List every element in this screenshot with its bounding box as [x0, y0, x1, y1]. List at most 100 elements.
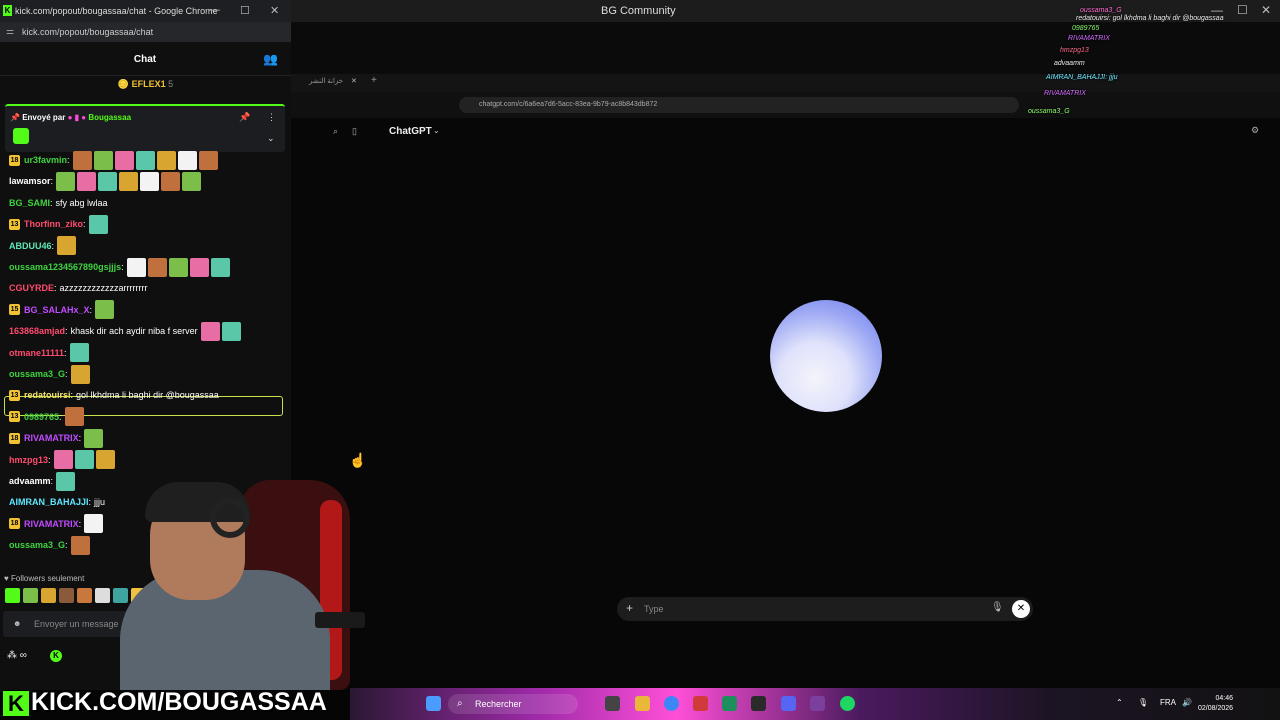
- chat-message[interactable]: oussama1234567890gsjjjs:: [9, 257, 232, 277]
- app-title[interactable]: ChatGPT: [389, 126, 432, 137]
- chat-username[interactable]: BG_SAMI: [9, 198, 50, 208]
- chat-username[interactable]: advaamm: [9, 476, 51, 486]
- chat-username[interactable]: BG_SALAHx_X: [24, 305, 90, 315]
- settings-icon[interactable]: ⚙: [1251, 125, 1259, 136]
- separator: :: [67, 155, 70, 165]
- chat-message[interactable]: advaamm:: [9, 471, 77, 491]
- chat-message[interactable]: 18 ur3favmin:: [9, 150, 220, 170]
- emoji-picker-icon[interactable]: ☻: [13, 619, 21, 628]
- emote-button[interactable]: [77, 588, 92, 603]
- user-list-icon[interactable]: 👥: [263, 52, 278, 66]
- chat-message[interactable]: ABDUU46:: [9, 236, 78, 256]
- emote-button[interactable]: [5, 588, 20, 603]
- chevron-down-icon[interactable]: ⌄: [433, 126, 440, 135]
- chat-username[interactable]: oussama3_G: [9, 540, 65, 550]
- chrome-icon[interactable]: [664, 696, 679, 711]
- bg-url-field[interactable]: chatgpt.com/c/6a6ea7d6-5acc-83ea-9b79-ac…: [459, 97, 1019, 113]
- pinned-message[interactable]: 📌 Envoyé par ● ▮ ● Bougassaa 📌 ⋮ ⌄: [5, 104, 285, 152]
- chat-message[interactable]: CGUYRDE: azzzzzzzzzzzzarrrrrrrr: [9, 278, 151, 298]
- unpin-icon[interactable]: 📌: [239, 112, 250, 123]
- chat-emote: [200, 321, 220, 341]
- emote-button[interactable]: [41, 588, 56, 603]
- chat-message[interactable]: 13 Thorfinn_ziko:: [9, 214, 110, 234]
- chat-emote: [156, 150, 176, 170]
- language-indicator[interactable]: FRA: [1160, 698, 1176, 707]
- mic-icon[interactable]: 🎙: [991, 602, 1004, 613]
- chat-username[interactable]: 0989765: [24, 412, 59, 422]
- chat-username[interactable]: AIMRAN_BAHAJJI: [9, 497, 89, 507]
- voice-input-bar[interactable]: + Type 🎙 ✕: [617, 597, 1033, 621]
- close-voice-button[interactable]: ✕: [1012, 600, 1030, 618]
- kick-coin-icon[interactable]: K: [50, 650, 62, 662]
- app-icon[interactable]: [722, 696, 737, 711]
- chat-message[interactable]: 13 0989765:: [9, 407, 86, 427]
- chat-message[interactable]: oussama3_G:: [9, 364, 92, 384]
- separator: :: [50, 476, 54, 486]
- pinned-header: 📌 Envoyé par ● ▮ ● Bougassaa: [10, 113, 131, 122]
- gift-user: EFLEX1: [131, 79, 166, 89]
- plus-icon[interactable]: +: [626, 601, 633, 615]
- app-icon[interactable]: [751, 696, 766, 711]
- more-options-icon[interactable]: ⋮: [267, 112, 276, 123]
- tray-chevron-icon[interactable]: ⌃: [1116, 698, 1123, 707]
- chat-username[interactable]: oussama1234567890gsjjjs: [9, 262, 121, 272]
- chat-username[interactable]: ABDUU46: [9, 241, 52, 251]
- tray-mic-icon[interactable]: 🎙: [1138, 698, 1148, 707]
- chat-message[interactable]: 163868amjad: khask dir ach aydir niba f s…: [9, 321, 243, 341]
- type-placeholder: Type: [644, 604, 664, 614]
- bg-close-icon[interactable]: ✕: [1261, 3, 1271, 17]
- chat-username[interactable]: redatouirsi: [24, 390, 71, 400]
- separator: :: [59, 411, 62, 422]
- chat-message[interactable]: 13 redatouirsi: gol lkhdma li baghi dir @b…: [9, 385, 222, 405]
- emote-button[interactable]: [95, 588, 110, 603]
- discord-icon[interactable]: [781, 696, 796, 711]
- volume-icon[interactable]: 🔊: [1182, 698, 1192, 707]
- chat-message[interactable]: 15 BG_SALAHx_X:: [9, 300, 116, 320]
- taskbar-clock[interactable]: 04:46 02/08/2026: [1198, 694, 1233, 714]
- chat-username[interactable]: RIVAMATRIX: [24, 433, 79, 443]
- task-view-icon[interactable]: [605, 696, 620, 711]
- emote-button[interactable]: [23, 588, 38, 603]
- chat-username[interactable]: 163868amjad: [9, 326, 65, 336]
- bg-maximize-icon[interactable]: ☐: [1237, 3, 1248, 17]
- chat-message[interactable]: BG_SAMI: sfy abg lwlaa: [9, 193, 111, 213]
- chat-username[interactable]: Thorfinn_ziko: [24, 219, 83, 229]
- chat-message[interactable]: 18 RIVAMATRIX:: [9, 514, 105, 534]
- emote-button[interactable]: [59, 588, 74, 603]
- chat-username[interactable]: ur3favmin: [24, 155, 67, 165]
- expand-chevron-icon[interactable]: ⌄: [267, 133, 275, 144]
- taskbar-search[interactable]: ⌕ Rechercher: [448, 694, 578, 714]
- close-icon[interactable]: ✕: [270, 4, 279, 17]
- chat-message[interactable]: oussama3_G:: [9, 535, 92, 555]
- chat-message[interactable]: lawamsor:: [9, 171, 203, 191]
- chat-url-bar[interactable]: ⚌ kick.com/popout/bougassaa/chat: [0, 22, 291, 42]
- chat-username[interactable]: otmane11111: [9, 348, 64, 358]
- start-icon[interactable]: [426, 696, 441, 711]
- minimize-icon[interactable]: —: [209, 4, 220, 16]
- chat-username[interactable]: hmzpg13: [9, 455, 48, 465]
- bg-tab[interactable]: خزانة النشر: [309, 77, 343, 85]
- spotify-icon[interactable]: [840, 696, 855, 711]
- search-icon[interactable]: ⌕: [333, 126, 338, 137]
- maximize-icon[interactable]: ☐: [240, 4, 250, 17]
- chat-username[interactable]: RIVAMATRIX: [24, 519, 79, 529]
- app-icon[interactable]: [810, 696, 825, 711]
- chat-input-placeholder: Envoyer un message: [34, 619, 119, 629]
- bg-window-title: BG Community: [601, 5, 676, 17]
- file-explorer-icon[interactable]: [635, 696, 650, 711]
- chat-username[interactable]: oussama3_G: [9, 369, 65, 379]
- bg-new-tab-icon[interactable]: +: [371, 75, 377, 86]
- chat-message[interactable]: otmane11111:: [9, 343, 91, 363]
- chat-username[interactable]: lawamsor: [9, 176, 51, 186]
- gift-leaderboard[interactable]: 🪙 EFLEX1 5: [0, 79, 291, 97]
- chat-message[interactable]: 18 RIVAMATRIX:: [9, 428, 105, 448]
- chat-username[interactable]: CGUYRDE: [9, 283, 54, 293]
- app-icon[interactable]: [693, 696, 708, 711]
- chat-message[interactable]: AIMRAN_BAHAJJI: jjju: [9, 492, 108, 512]
- share-icon[interactable]: ⁂: [7, 650, 17, 661]
- bg-tab-close-icon[interactable]: ✕: [351, 77, 357, 85]
- infinity-icon[interactable]: ∞: [20, 650, 27, 661]
- site-info-icon[interactable]: ⚌: [6, 26, 14, 37]
- chat-message[interactable]: hmzpg13:: [9, 450, 117, 470]
- sidebar-toggle-icon[interactable]: ▯: [352, 126, 357, 137]
